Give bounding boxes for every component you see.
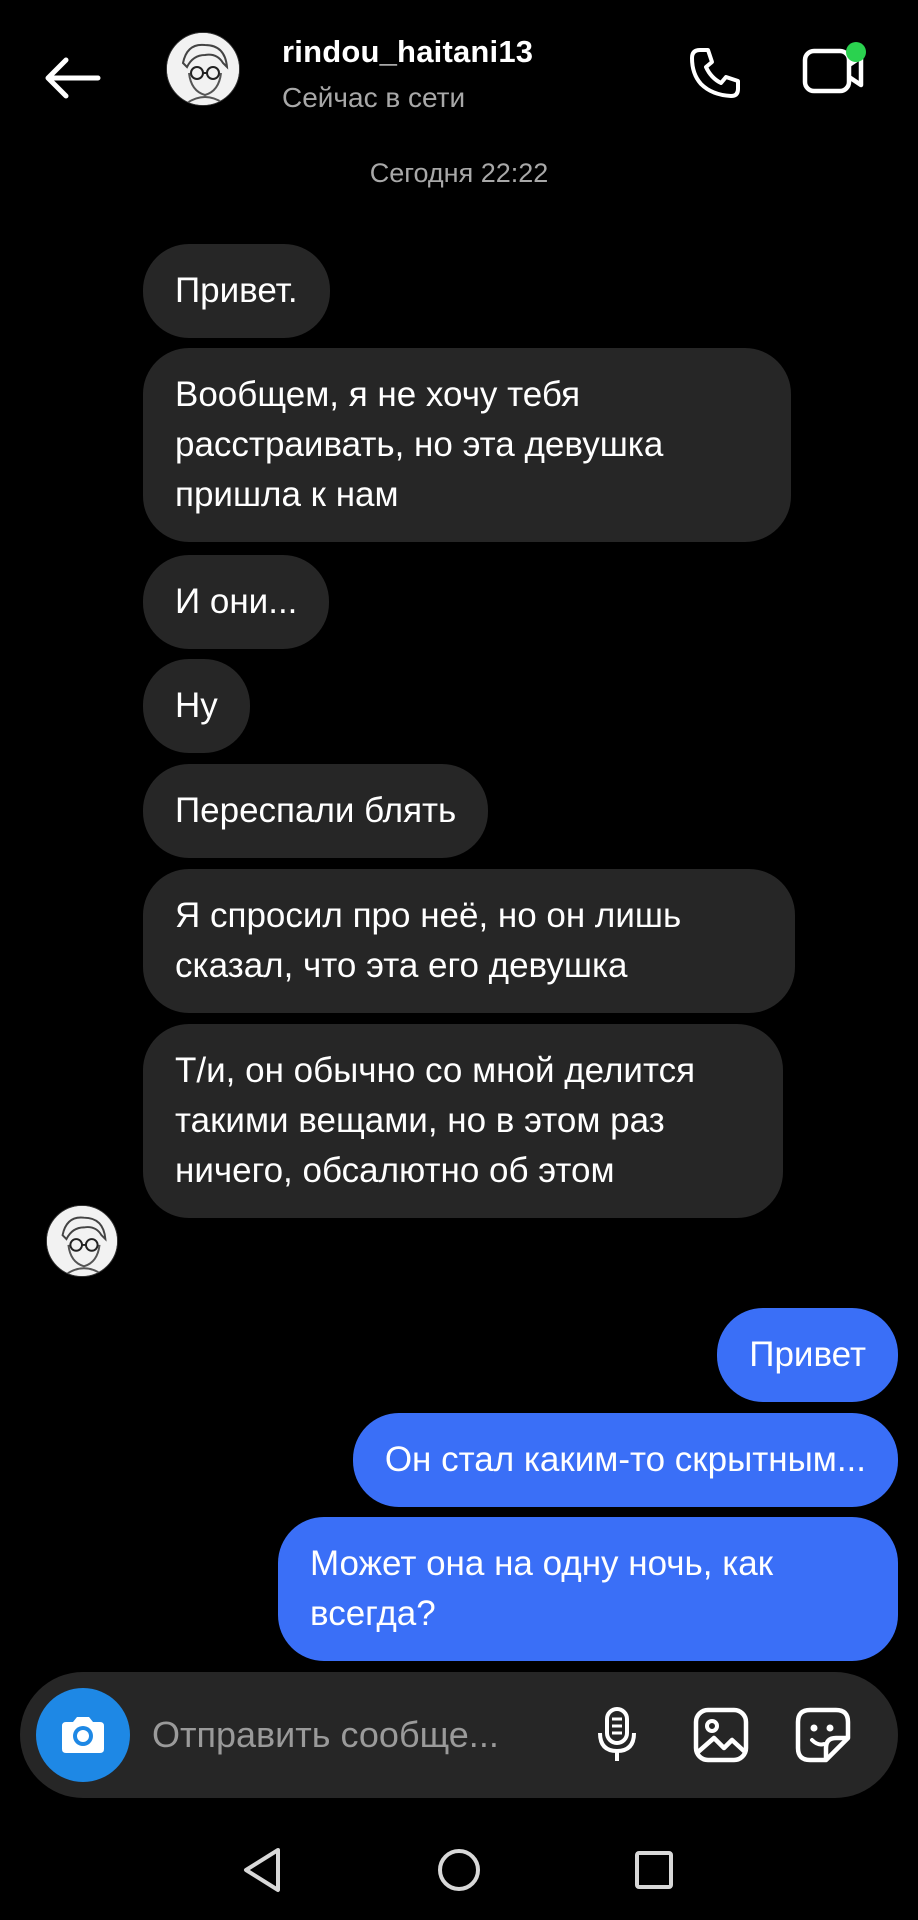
incoming-message[interactable]: Т/и, он обычно со мной делится такими ве… — [143, 1024, 783, 1218]
sticker-icon — [795, 1707, 851, 1763]
nav-home-icon — [438, 1849, 480, 1891]
sender-avatar[interactable] — [46, 1205, 118, 1277]
video-call-button[interactable] — [796, 36, 872, 106]
nav-home-button[interactable] — [419, 1830, 499, 1910]
avatar-illustration — [167, 33, 239, 105]
nav-recents-button[interactable] — [614, 1830, 694, 1910]
nav-back-button[interactable] — [222, 1830, 302, 1910]
incoming-message[interactable]: Привет. — [143, 244, 330, 338]
nav-recents-icon — [635, 1851, 673, 1889]
sticker-button[interactable] — [790, 1702, 856, 1768]
avatar[interactable] — [166, 32, 240, 106]
camera-button[interactable] — [36, 1688, 130, 1782]
avatar-illustration — [47, 1206, 117, 1276]
message-composer — [20, 1672, 898, 1798]
incoming-message[interactable]: Вообщем, я не хочу тебя расстраивать, но… — [143, 348, 791, 542]
chat-header: rindou_haitani13 Сейчас в сети — [0, 0, 918, 150]
online-indicator — [846, 42, 866, 62]
camera-icon — [62, 1717, 104, 1753]
incoming-message[interactable]: И они... — [143, 555, 330, 649]
contact-status: Сейчас в сети — [282, 82, 466, 113]
message-input[interactable] — [152, 1700, 562, 1770]
arrow-left-icon — [45, 57, 101, 99]
microphone-icon — [598, 1707, 636, 1761]
outgoing-message[interactable]: Привет — [717, 1308, 898, 1402]
image-icon — [693, 1707, 749, 1763]
nav-back-icon — [244, 1848, 280, 1892]
contact-username[interactable]: rindou_haitani13 — [282, 34, 533, 70]
chat-timestamp: Сегодня 22:22 — [369, 158, 549, 188]
voice-call-button[interactable] — [680, 38, 750, 108]
incoming-message[interactable]: Ну — [143, 659, 250, 753]
gallery-button[interactable] — [688, 1702, 754, 1768]
incoming-message[interactable]: Я спросил про неё, но он лишь сказал, чт… — [143, 869, 795, 1013]
voice-message-button[interactable] — [584, 1702, 650, 1768]
phone-icon — [690, 48, 740, 98]
outgoing-message[interactable]: Может она на одну ночь, как всегда? — [278, 1517, 898, 1661]
outgoing-message[interactable]: Он стал каким-то скрытным... — [352, 1413, 898, 1507]
incoming-message[interactable]: Переспали блять — [143, 764, 489, 858]
back-button[interactable] — [36, 42, 108, 114]
system-navigation-bar — [0, 1810, 918, 1920]
